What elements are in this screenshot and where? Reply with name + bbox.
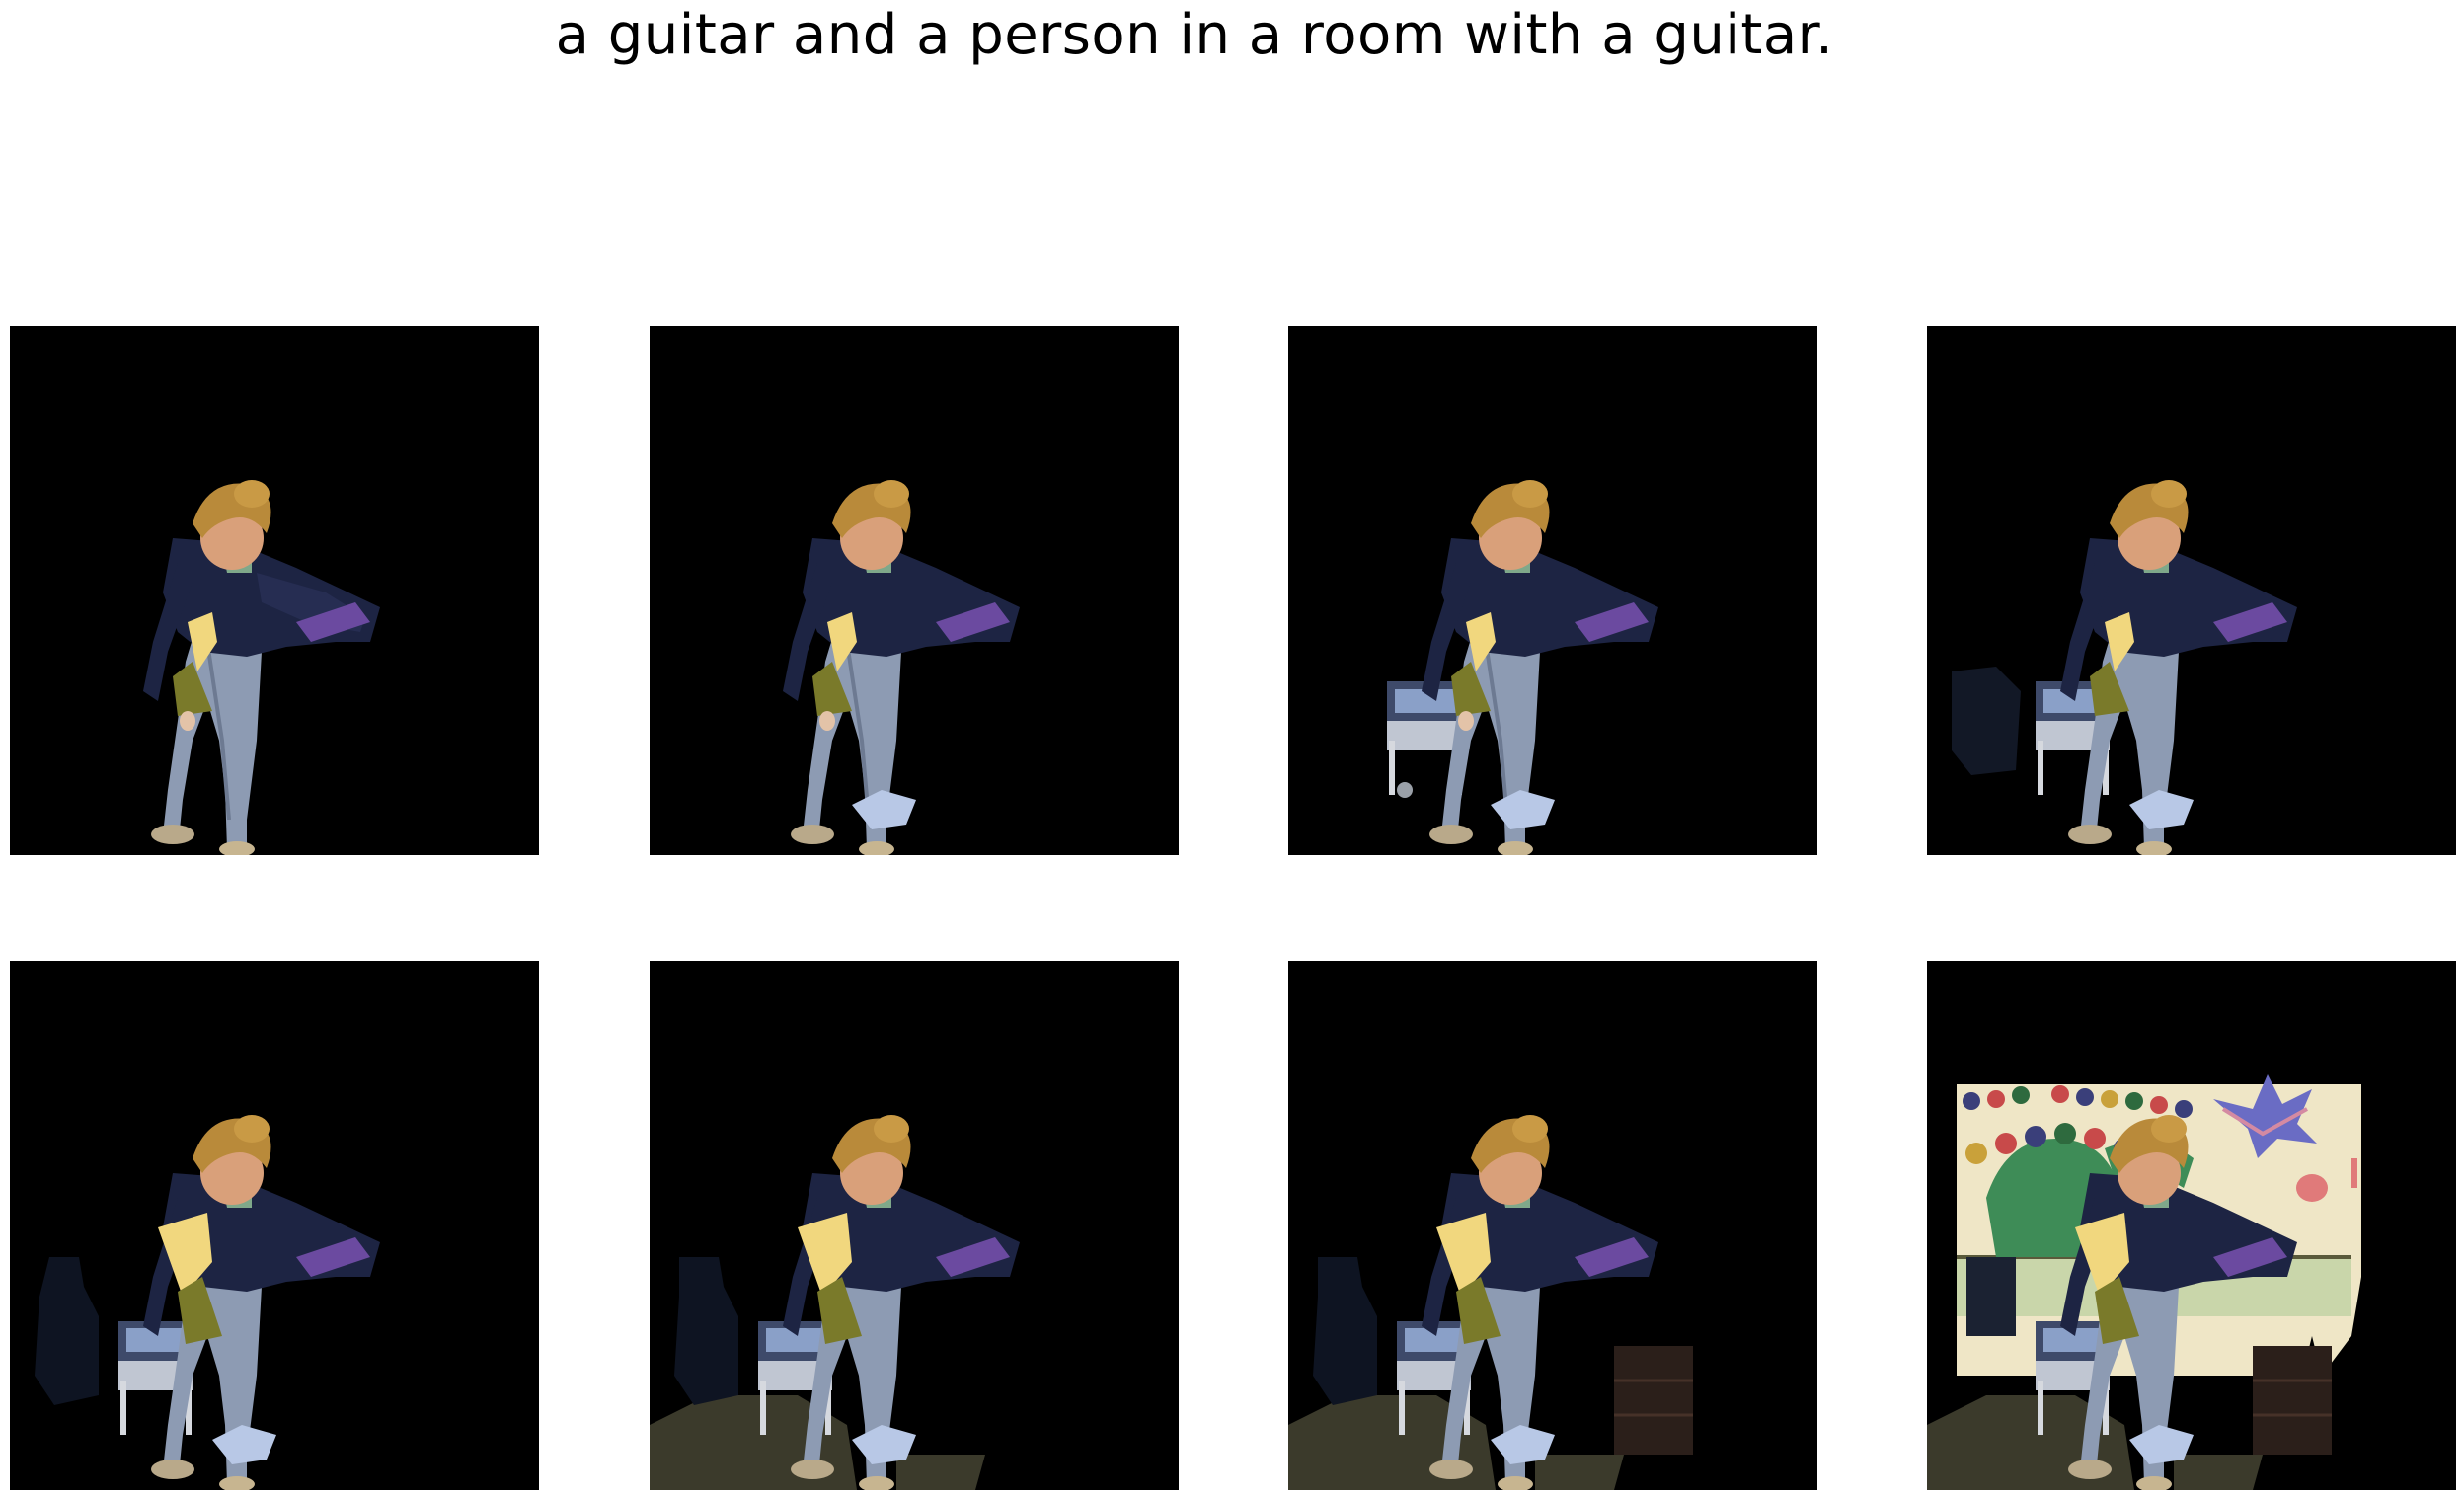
paper-fragment bbox=[852, 1425, 916, 1464]
dark-bag-fragment bbox=[35, 1257, 99, 1405]
panel-7-image bbox=[1288, 1115, 1693, 1490]
image-grid bbox=[0, 0, 2464, 1499]
dark-bag-fragment bbox=[1952, 667, 2021, 775]
panel-5-image bbox=[35, 1115, 380, 1490]
segmentation-panel-3 bbox=[1288, 326, 1817, 855]
paper-fragment bbox=[2129, 1425, 2194, 1464]
segmentation-panel-8 bbox=[1927, 961, 2456, 1490]
segmentation-panel-1 bbox=[10, 326, 539, 855]
dark-bag-fragment bbox=[674, 1257, 738, 1405]
segmentation-panel-7 bbox=[1288, 961, 1817, 1490]
panel-2-image bbox=[783, 480, 1020, 855]
segmentation-panel-6 bbox=[650, 961, 1179, 1490]
panel-8-image bbox=[1927, 1074, 2361, 1490]
dresser-fragment bbox=[2253, 1346, 2332, 1455]
segmentation-panel-4 bbox=[1927, 326, 2456, 855]
panel-6-image bbox=[650, 1115, 1020, 1490]
dark-bag-fragment bbox=[1313, 1257, 1377, 1405]
panel-1-image bbox=[143, 480, 380, 855]
paper-fragment bbox=[212, 1425, 276, 1464]
segmentation-panel-2 bbox=[650, 326, 1179, 855]
paper-fragment bbox=[1491, 1425, 1555, 1464]
person-figure bbox=[143, 480, 380, 855]
paper-fragment bbox=[2129, 790, 2194, 829]
paper-fragment bbox=[1491, 790, 1555, 829]
paper-fragment bbox=[852, 790, 916, 829]
dresser-fragment bbox=[1614, 1346, 1693, 1455]
panel-3-image bbox=[1387, 480, 1658, 855]
segmentation-panel-5 bbox=[10, 961, 539, 1490]
chair-fragment bbox=[1966, 1257, 2016, 1336]
panel-4-image bbox=[1952, 480, 2297, 855]
